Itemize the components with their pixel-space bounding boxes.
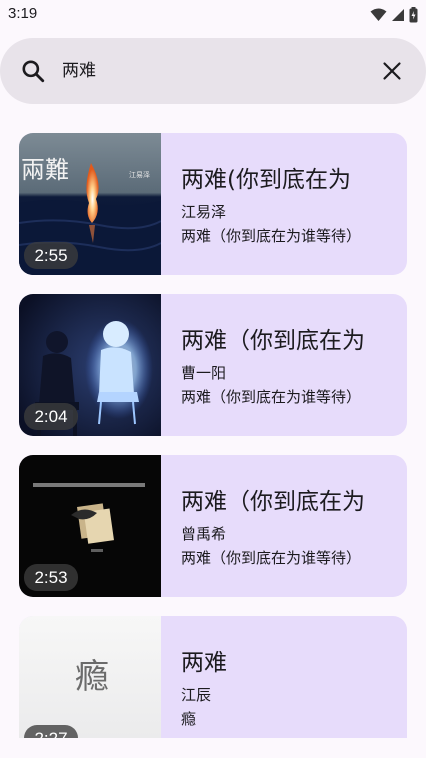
duration-badge: 2:53 bbox=[24, 564, 78, 591]
track-artist: 曾禹希 bbox=[181, 525, 227, 543]
track-artist: 江辰 bbox=[181, 686, 212, 704]
duration-badge: 2:04 bbox=[24, 403, 78, 430]
track-album: 两难（你到底在为谁等待） bbox=[181, 549, 362, 567]
result-card[interactable]: 2:53 两难（你到底在为 曾禹希 两难（你到底在为谁等待） bbox=[19, 455, 407, 597]
bottom-safe-area bbox=[0, 738, 426, 758]
status-icons bbox=[370, 6, 418, 24]
track-info: 两难（你到底在为 曾禹希 两难（你到底在为谁等待） bbox=[181, 455, 401, 597]
track-artist: 江易泽 bbox=[181, 203, 227, 221]
results-list[interactable]: 兩難 江易泽 2:55 两难(你到底在为 江易泽 两难（你到底在为谁等待） 2:… bbox=[0, 133, 426, 738]
status-time: 3:19 bbox=[8, 5, 38, 22]
duration-badge: 2:55 bbox=[24, 242, 78, 269]
track-info: 两难 江辰 瘾 bbox=[181, 616, 401, 738]
search-bar[interactable]: 两难 bbox=[0, 38, 426, 104]
result-card[interactable]: 2:04 两难（你到底在为 曹一阳 两难（你到底在为谁等待） bbox=[19, 294, 407, 436]
album-art: 瘾 2:27 bbox=[19, 616, 161, 738]
track-title: 两难(你到底在为 bbox=[181, 167, 351, 193]
track-album: 两难（你到底在为谁等待） bbox=[181, 227, 362, 245]
battery-icon bbox=[409, 7, 418, 23]
track-info: 两难(你到底在为 江易泽 两难（你到底在为谁等待） bbox=[181, 133, 401, 275]
cover-title: 兩難 bbox=[21, 156, 69, 184]
signal-icon bbox=[392, 9, 404, 21]
track-artist: 曹一阳 bbox=[181, 364, 227, 382]
status-bar: 3:19 bbox=[0, 0, 426, 30]
track-title: 两难 bbox=[181, 650, 227, 676]
track-album: 两难（你到底在为谁等待） bbox=[181, 388, 362, 406]
track-album: 瘾 bbox=[181, 710, 197, 728]
duration-badge: 2:27 bbox=[24, 725, 78, 738]
track-info: 两难（你到底在为 曹一阳 两难（你到底在为谁等待） bbox=[181, 294, 401, 436]
search-input[interactable]: 两难 bbox=[62, 58, 96, 84]
cover-artist: 江易泽 bbox=[129, 171, 150, 179]
result-card[interactable]: 兩難 江易泽 2:55 两难(你到底在为 江易泽 两难（你到底在为谁等待） bbox=[19, 133, 407, 275]
close-icon[interactable] bbox=[380, 59, 404, 83]
search-icon[interactable] bbox=[20, 58, 46, 84]
album-art: 兩難 江易泽 2:55 bbox=[19, 133, 161, 275]
result-card[interactable]: 瘾 2:27 两难 江辰 瘾 bbox=[19, 616, 407, 738]
album-art: 2:04 bbox=[19, 294, 161, 436]
album-art: 2:53 bbox=[19, 455, 161, 597]
track-title: 两难（你到底在为 bbox=[181, 489, 365, 515]
cover-title: 瘾 bbox=[75, 657, 109, 697]
wifi-icon bbox=[370, 8, 387, 21]
track-title: 两难（你到底在为 bbox=[181, 328, 365, 354]
